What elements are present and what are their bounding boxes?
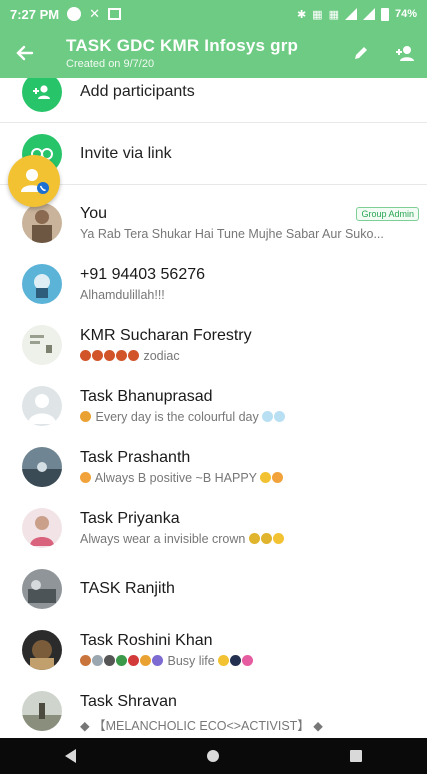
signal2-icon bbox=[362, 8, 375, 20]
add-person-icon[interactable] bbox=[383, 28, 427, 78]
emoji-icon bbox=[272, 533, 284, 544]
bubble-emoji-icon bbox=[274, 411, 286, 422]
emoji-icon bbox=[128, 350, 139, 361]
add-participants-row[interactable]: Add participants bbox=[0, 78, 427, 123]
heart-emoji-icon bbox=[230, 655, 242, 666]
member-row[interactable]: +91 94403 56276 Alhamdulillah!!! bbox=[0, 253, 427, 315]
emoji-icon bbox=[104, 655, 115, 666]
app-bar: TASK GDC KMR Infosys grp Created on 9/7/… bbox=[0, 28, 427, 78]
rainbow-emoji-icon bbox=[80, 411, 91, 422]
member-about: Alhamdulillah!!! bbox=[80, 288, 165, 302]
add-participant-icon bbox=[22, 78, 62, 112]
member-row[interactable]: Task Prashanth Always B positive ~B HAPP… bbox=[0, 436, 427, 498]
avatar bbox=[22, 508, 62, 548]
group-title-block[interactable]: TASK GDC KMR Infosys grp Created on 9/7/… bbox=[50, 36, 339, 70]
heart-emoji-icon bbox=[242, 655, 254, 666]
invite-link-row[interactable]: Invite via link bbox=[0, 123, 427, 185]
default-avatar-icon bbox=[22, 386, 62, 426]
emoji-icon bbox=[104, 350, 115, 361]
volte-icon: ▦ bbox=[312, 8, 323, 21]
emoji-icon bbox=[80, 472, 91, 483]
screen: 7:27 PM ✕ ✱ ▦ ▦ 74% TASK GDC KMR Infosys… bbox=[0, 0, 427, 774]
avatar bbox=[22, 325, 62, 365]
member-about: zodiac bbox=[80, 349, 415, 363]
bubble-emoji-icon bbox=[262, 411, 274, 422]
member-about-text: zodiac bbox=[143, 349, 180, 363]
crown-emoji-icon bbox=[248, 533, 260, 544]
floating-contact-bubble[interactable] bbox=[8, 155, 60, 207]
member-row[interactable]: TASK Ranjith bbox=[0, 558, 427, 620]
nav-recents-icon[interactable] bbox=[349, 750, 362, 762]
member-name: You bbox=[80, 205, 107, 222]
member-name: +91 94403 56276 bbox=[80, 266, 206, 283]
member-name: Task Prashanth bbox=[80, 449, 191, 466]
member-row[interactable]: Task Roshini Khan Busy life bbox=[0, 619, 427, 681]
emoji-icon bbox=[92, 350, 103, 361]
nav-back-icon[interactable] bbox=[65, 749, 77, 763]
member-about: Ya Rab Tera Shukar Hai Tune Mujhe Sabar … bbox=[80, 227, 384, 241]
member-name: KMR Sucharan Forestry bbox=[80, 327, 252, 344]
emoji-icon bbox=[116, 655, 127, 666]
member-name: Task Roshini Khan bbox=[80, 632, 213, 649]
signal-icon bbox=[344, 8, 357, 20]
notification-x-icon: ✕ bbox=[89, 6, 101, 21]
emoji-icon bbox=[116, 350, 127, 361]
image-icon bbox=[108, 8, 122, 20]
edit-pencil-icon[interactable] bbox=[339, 28, 383, 78]
status-bar: 7:27 PM ✕ ✱ ▦ ▦ 74% bbox=[0, 0, 427, 28]
volte2-icon: ▦ bbox=[328, 8, 339, 21]
emoji-icon bbox=[80, 350, 91, 361]
add-participants-label: Add participants bbox=[80, 83, 195, 100]
battery-percent: 74% bbox=[394, 8, 417, 20]
avatar bbox=[22, 630, 62, 670]
emoji-icon bbox=[260, 472, 272, 483]
crown-emoji-icon bbox=[260, 533, 272, 544]
emoji-icon bbox=[272, 472, 284, 483]
member-row-you[interactable]: You Group Admin Ya Rab Tera Shukar Hai T… bbox=[0, 192, 427, 254]
avatar bbox=[22, 203, 62, 243]
member-about: Busy life bbox=[80, 654, 415, 668]
status-time: 7:27 PM bbox=[10, 6, 60, 22]
member-about: Always B positive ~B HAPPY bbox=[80, 471, 415, 485]
member-row[interactable]: Task Shravan ◆ 【MELANCHOLIC ECO<>ACTIVIS… bbox=[0, 680, 427, 738]
system-nav-bar bbox=[0, 738, 427, 774]
emoji-icon bbox=[218, 655, 230, 666]
group-created-date: Created on 9/7/20 bbox=[66, 58, 155, 70]
emoji-icon bbox=[92, 655, 103, 666]
bluetooth-icon: ✱ bbox=[296, 8, 307, 21]
whatsapp-icon bbox=[67, 7, 82, 21]
member-about-text: Always B positive ~B HAPPY bbox=[94, 471, 257, 485]
nav-home-icon[interactable] bbox=[206, 750, 219, 762]
member-about: ◆ 【MELANCHOLIC ECO<>ACTIVIST】 ◆ bbox=[80, 719, 323, 733]
member-name: Task Bhanuprasad bbox=[80, 388, 213, 405]
group-title: TASK GDC KMR Infosys grp bbox=[66, 36, 299, 55]
member-about-text: Busy life bbox=[167, 654, 215, 668]
avatar bbox=[22, 447, 62, 487]
battery-icon bbox=[380, 7, 389, 21]
emoji-icon bbox=[152, 655, 163, 666]
member-row[interactable]: KMR Sucharan Forestry zodiac bbox=[0, 314, 427, 376]
back-arrow-icon[interactable] bbox=[0, 28, 50, 78]
member-about-text: Every day is the colourful day bbox=[95, 410, 259, 424]
member-name: TASK Ranjith bbox=[80, 580, 175, 597]
member-name: Task Priyanka bbox=[80, 510, 180, 527]
avatar bbox=[22, 691, 62, 731]
group-admin-badge: Group Admin bbox=[356, 207, 419, 221]
member-about: Every day is the colourful day bbox=[80, 410, 415, 424]
invite-link-label: Invite via link bbox=[80, 145, 172, 162]
avatar bbox=[22, 264, 62, 304]
member-about-text: Always wear a invisible crown bbox=[80, 532, 246, 546]
participants-list: Add participants Invite via link You Gro… bbox=[0, 78, 427, 738]
emoji-icon bbox=[128, 655, 139, 666]
avatar bbox=[22, 569, 62, 609]
member-row[interactable]: Task Bhanuprasad Every day is the colour… bbox=[0, 375, 427, 437]
member-name: Task Shravan bbox=[80, 693, 177, 710]
member-row[interactable]: Task Priyanka Always wear a invisible cr… bbox=[0, 497, 427, 559]
divider bbox=[0, 184, 427, 185]
emoji-icon bbox=[140, 655, 151, 666]
member-about: Always wear a invisible crown bbox=[80, 532, 415, 546]
emoji-icon bbox=[80, 655, 91, 666]
